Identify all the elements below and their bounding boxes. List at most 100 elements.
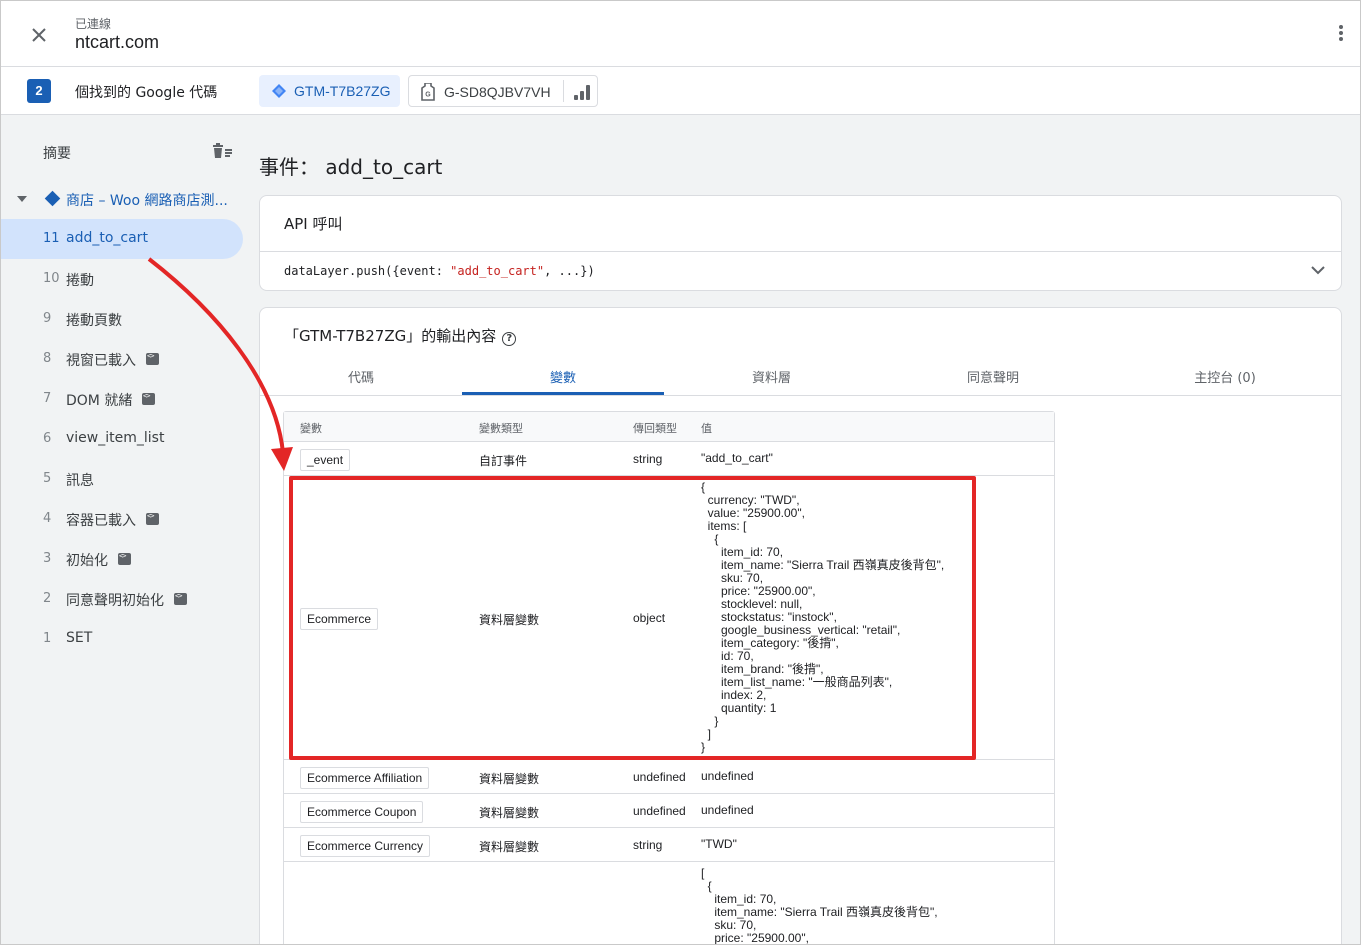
table-header: 變數 變數類型 傳回類型 值: [284, 412, 1054, 442]
event-number: 9: [43, 311, 52, 326]
output-tabs: 代碼 變數 資料層 同意聲明 主控台 (0): [260, 360, 1341, 396]
event-name: 視窗已載入: [66, 353, 136, 369]
page-title: 商店 – Woo 網路商店測...: [66, 193, 228, 209]
ga-tag-chip[interactable]: G G-SD8QJBV7VH: [408, 75, 598, 107]
event-number: 4: [43, 511, 52, 526]
variable-value: "add_to_cart": [701, 451, 773, 465]
table-row: Ecommerce 資料層變數 object { currency: "TWD", v…: [284, 476, 1054, 760]
variable-name-chip[interactable]: Ecommerce Affiliation: [300, 767, 430, 789]
return-type: undefined: [633, 804, 686, 818]
variable-name-chip[interactable]: Ecommerce: [300, 608, 379, 630]
variable-value: undefined: [701, 803, 754, 817]
event-number: 11: [43, 231, 60, 246]
top-bar: 已連線 ntcart.com: [1, 1, 1360, 67]
tab-data-layer[interactable]: 資料層: [664, 367, 879, 386]
output-title-text: 「GTM-T7B27ZG」的輸出內容: [284, 327, 497, 345]
event-name: 訊息: [66, 473, 94, 489]
event-item-4[interactable]: 4 容器已載入: [1, 499, 243, 539]
summary-label[interactable]: 摘要: [43, 143, 71, 163]
event-item-3[interactable]: 3 初始化: [1, 539, 243, 579]
tab-variables[interactable]: 變數: [462, 367, 664, 386]
return-type: object: [633, 611, 666, 625]
event-item-7[interactable]: 7 DOM 就緒: [1, 379, 243, 419]
variable-type: 自訂事件: [479, 454, 528, 468]
event-item-10[interactable]: 10 捲動: [1, 259, 243, 299]
variable-value: undefined: [701, 769, 754, 783]
table-row: _event 自訂事件 string "add_to_cart": [284, 442, 1054, 476]
code-badge-icon: [146, 512, 159, 525]
code-badge-icon: [142, 392, 155, 405]
event-name: DOM 就緒: [66, 393, 133, 409]
col-variable-type: 變數類型: [479, 422, 523, 435]
event-name: 捲動: [66, 273, 94, 289]
tab-consent[interactable]: 同意聲明: [879, 367, 1107, 386]
tab-tags[interactable]: 代碼: [260, 367, 462, 386]
event-number: 7: [43, 391, 52, 406]
event-name: 同意聲明初始化: [66, 593, 164, 609]
event-name: 捲動頁數: [66, 313, 122, 329]
table-row: Ecommerce Currency 資料層變數 string "TWD": [284, 828, 1054, 862]
gtm-diamond-icon: [272, 84, 286, 98]
variable-type: 資料層變數: [479, 840, 540, 854]
code-badge-icon: [174, 592, 187, 605]
event-item-1[interactable]: 1 SET: [1, 619, 243, 659]
event-sidebar: 摘要 商店 – Woo 網路商店測... 11 add_to_cart 10 捲動 9 捲…: [1, 115, 251, 944]
code-event-string: "add_to_cart": [450, 264, 545, 278]
connection-status: 已連線: [75, 17, 112, 31]
event-number: 8: [43, 351, 52, 366]
code-badge-icon: [118, 552, 131, 565]
variable-name-chip[interactable]: Ecommerce Coupon: [300, 801, 424, 823]
chevron-down-icon[interactable]: [1310, 264, 1326, 276]
variable-value: "TWD": [701, 837, 737, 851]
event-item-5[interactable]: 5 訊息: [1, 459, 243, 499]
chip-divider: [563, 80, 564, 102]
tag-count-badge: 2: [27, 79, 51, 103]
event-item-2[interactable]: 2 同意聲明初始化: [1, 579, 243, 619]
gtm-container-id: GTM-T7B27ZG: [294, 83, 391, 99]
output-card: 「GTM-T7B27ZG」的輸出內容? 代碼 變數 資料層 同意聲明 主控台 (…: [259, 307, 1342, 945]
code-badge-icon: [146, 352, 159, 365]
col-value: 值: [701, 422, 712, 435]
variable-type: 資料層變數: [479, 772, 540, 786]
return-type: string: [633, 452, 663, 466]
app-window: 已連線 ntcart.com 2 個找到的 Google 代碼 GTM-T7B2…: [0, 0, 1361, 945]
variable-name-chip[interactable]: _event: [300, 449, 351, 471]
event-item-9[interactable]: 9 捲動頁數: [1, 299, 243, 339]
svg-text:G: G: [425, 92, 431, 99]
event-name: 容器已載入: [66, 513, 136, 529]
collapse-caret-icon[interactable]: [17, 196, 27, 202]
clear-list-icon[interactable]: [211, 141, 233, 161]
col-return-type: 傳回類型: [633, 422, 677, 435]
more-vert-icon[interactable]: [1331, 23, 1351, 47]
return-type: string: [633, 838, 663, 852]
event-number: 5: [43, 471, 52, 486]
found-tags-label: 個找到的 Google 代碼: [75, 85, 218, 101]
google-tag-icon: G: [421, 83, 435, 101]
event-name: view_item_list: [66, 430, 165, 446]
variable-name-chip[interactable]: Ecommerce Currency: [300, 835, 431, 857]
event-number: 1: [43, 631, 52, 646]
event-item-6[interactable]: 6 view_item_list: [1, 419, 243, 459]
event-title: 事件： add_to_cart: [259, 155, 443, 179]
table-row: [ { item_id: 70, item_name: "Sierra Trai…: [284, 862, 1054, 945]
tab-console[interactable]: 主控台 (0): [1107, 367, 1343, 386]
page-diamond-icon: [44, 190, 61, 207]
help-icon[interactable]: ?: [502, 332, 517, 346]
event-item-11[interactable]: 11 add_to_cart: [1, 219, 243, 259]
return-type: undefined: [633, 770, 686, 784]
event-name: 初始化: [66, 553, 108, 569]
event-number: 10: [43, 271, 60, 286]
variable-value: { currency: "TWD", value: "25900.00", it…: [701, 480, 945, 754]
variable-type: 資料層變數: [479, 806, 540, 820]
col-variable: 變數: [300, 422, 322, 435]
gtm-container-chip[interactable]: GTM-T7B27ZG: [259, 75, 400, 107]
divider: [260, 251, 1341, 252]
event-item-8[interactable]: 8 視窗已載入: [1, 339, 243, 379]
page-tree-row[interactable]: 商店 – Woo 網路商店測...: [1, 187, 251, 211]
event-name: add_to_cart: [66, 230, 148, 246]
variable-value: [ { item_id: 70, item_name: "Sierra Trai…: [701, 866, 938, 945]
analytics-bars-icon[interactable]: [572, 82, 592, 102]
close-icon[interactable]: [27, 23, 51, 47]
variables-table: 變數 變數類型 傳回類型 值 _event 自訂事件 string "add_to_c…: [283, 411, 1055, 945]
active-tab-indicator: [462, 392, 664, 395]
